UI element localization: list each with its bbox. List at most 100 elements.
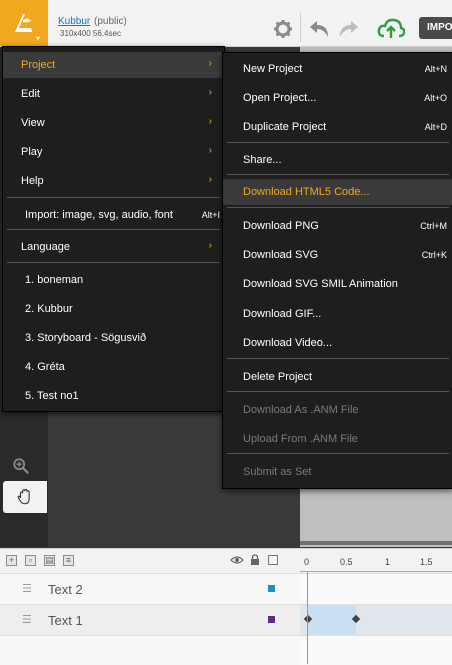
layer-color-swatch[interactable] [268, 616, 275, 623]
stage-scrollbar[interactable] [300, 541, 452, 545]
menu-item-download-gif[interactable]: Download GIF... [223, 301, 452, 327]
add-layer-button[interactable]: + [6, 555, 17, 566]
menu-item-download-svg-smil[interactable]: Download SVG SMIL Animation [223, 271, 452, 297]
lock-icon[interactable] [250, 554, 260, 566]
menu-item-language[interactable]: Language › [3, 234, 224, 260]
ruler-tick: 0 [304, 557, 310, 567]
timeline-ruler[interactable]: 0 0.5 1 1.5 [300, 548, 452, 573]
menu-item-label: Duplicate Project [243, 121, 327, 133]
outline-toggle[interactable] [268, 555, 278, 565]
layer-track [300, 635, 452, 665]
layer-name: Text 2 [48, 582, 83, 597]
recent-project-item[interactable]: 5. Test no1 [3, 383, 224, 409]
menu-item-label: Download PNG [243, 220, 319, 232]
import-button[interactable]: IMPO [419, 17, 452, 39]
recent-project-item[interactable]: 1. boneman [3, 267, 224, 293]
menu-item-download-video[interactable]: Download Video... [223, 330, 452, 356]
menu-item-label: Download Video... [243, 337, 333, 349]
menu-item-label: Download SVG [243, 249, 319, 261]
menu-separator [7, 197, 220, 198]
menu-item-submit-set: Submit as Set [223, 459, 452, 485]
project-visibility: (public) [94, 16, 127, 27]
menu-shortcut: Ctrl+K [421, 250, 447, 260]
menu-item-edit[interactable]: Edit › [3, 81, 224, 107]
playhead[interactable] [307, 572, 308, 664]
ruler-tick: 1 [385, 557, 391, 567]
layer-options-button[interactable]: ≡ [63, 555, 74, 566]
menu-item-label: 2. Kubbur [25, 303, 73, 315]
recent-project-item[interactable]: 3. Storyboard - Sögusvið [3, 325, 224, 351]
menu-item-play[interactable]: Play › [3, 139, 224, 165]
menu-item-label: Download GIF... [243, 308, 322, 320]
zoom-tool-icon[interactable] [12, 457, 34, 477]
menu-item-label: Upload From .ANM File [243, 433, 358, 445]
ruler-tick: 0.5 [340, 557, 353, 567]
menu-item-duplicate-project[interactable]: Duplicate Project Alt+D [223, 114, 452, 140]
main-menu: Project › Edit › View › Play › Help › Im… [2, 46, 225, 412]
menu-item-view[interactable]: View › [3, 110, 224, 136]
menu-item-import[interactable]: Import: image, svg, audio, font Alt+I [3, 202, 224, 228]
menu-separator [227, 174, 449, 175]
menu-separator [227, 391, 449, 392]
menu-separator [227, 453, 449, 454]
hand-icon [17, 488, 30, 505]
ruler-tick: 1.5 [420, 557, 433, 567]
menu-item-open-project[interactable]: Open Project... Alt+O [223, 85, 452, 111]
layer-track[interactable] [300, 573, 452, 604]
menu-item-download-png[interactable]: Download PNG Ctrl+M [223, 213, 452, 239]
menu-item-label: Open Project... [243, 92, 317, 104]
menu-separator [7, 229, 220, 230]
layer-row-text-2[interactable]: ☰ Text 2 [0, 573, 300, 604]
undo-icon[interactable] [308, 19, 330, 39]
menu-item-download-svg[interactable]: Download SVG Ctrl+K [223, 242, 452, 268]
hand-tool-button[interactable] [3, 481, 47, 513]
layer-color-swatch[interactable] [268, 585, 275, 592]
gear-icon[interactable] [273, 19, 293, 39]
top-bar: ▾ Kubbur (public) 310x400 56.4sec IMPO [0, 0, 452, 47]
menu-item-delete-project[interactable]: Delete Project [223, 364, 452, 390]
delete-layer-button[interactable]: ▤ [44, 555, 55, 566]
menu-separator [7, 262, 220, 263]
menu-item-label: Download HTML5 Code... [243, 186, 370, 198]
recent-project-item[interactable]: 4. Gréta [3, 354, 224, 380]
menu-item-upload-anm: Upload From .ANM File [223, 426, 452, 452]
project-meta: 310x400 56.4sec [60, 29, 121, 38]
menu-shortcut: Alt+O [424, 93, 447, 103]
menu-item-help[interactable]: Help › [3, 168, 224, 194]
chevron-right-icon: › [208, 145, 212, 156]
menu-item-project[interactable]: Project › [3, 52, 224, 78]
menu-item-label: Help [21, 175, 44, 187]
app-logo-icon [15, 14, 32, 32]
app-logo-menu-button[interactable]: ▾ [0, 0, 48, 46]
recent-project-item[interactable]: 2. Kubbur [3, 296, 224, 322]
menu-item-label: 1. boneman [25, 274, 84, 286]
menu-separator [227, 207, 449, 208]
layer-row-text-1[interactable]: ☰ Text 1 [0, 604, 300, 635]
menu-item-label: View [21, 117, 45, 129]
menu-shortcut: Alt+D [424, 122, 447, 132]
menu-item-download-anm: Download As .ANM File [223, 397, 452, 423]
cloud-upload-icon[interactable] [377, 16, 405, 42]
menu-item-share[interactable]: Share... [223, 147, 452, 173]
eye-icon[interactable] [230, 555, 244, 565]
layer-track[interactable] [300, 604, 452, 635]
menu-item-label: Language [21, 241, 70, 253]
menu-item-label: Import: image, svg, audio, font [25, 209, 173, 221]
duplicate-layer-button[interactable]: ▫ [25, 555, 36, 566]
project-name-link[interactable]: Kubbur [58, 16, 90, 27]
menu-shortcut: Alt+N [424, 64, 447, 74]
menu-item-download-html5[interactable]: Download HTML5 Code... [223, 179, 452, 205]
menu-item-label: 4. Gréta [25, 361, 65, 373]
redo-icon[interactable] [338, 19, 360, 39]
chevron-right-icon: › [208, 87, 212, 98]
layer-name: Text 1 [48, 613, 83, 628]
text-layer-icon: ☰ [22, 614, 32, 626]
tween-span[interactable] [308, 606, 356, 634]
chevron-down-icon: ▾ [36, 34, 41, 43]
menu-item-label: Delete Project [243, 371, 313, 383]
project-submenu: New Project Alt+N Open Project... Alt+O … [222, 52, 452, 489]
chevron-right-icon: › [208, 58, 212, 69]
menu-item-label: Edit [21, 88, 40, 100]
menu-shortcut: Ctrl+M [420, 221, 447, 231]
menu-item-new-project[interactable]: New Project Alt+N [223, 56, 452, 82]
